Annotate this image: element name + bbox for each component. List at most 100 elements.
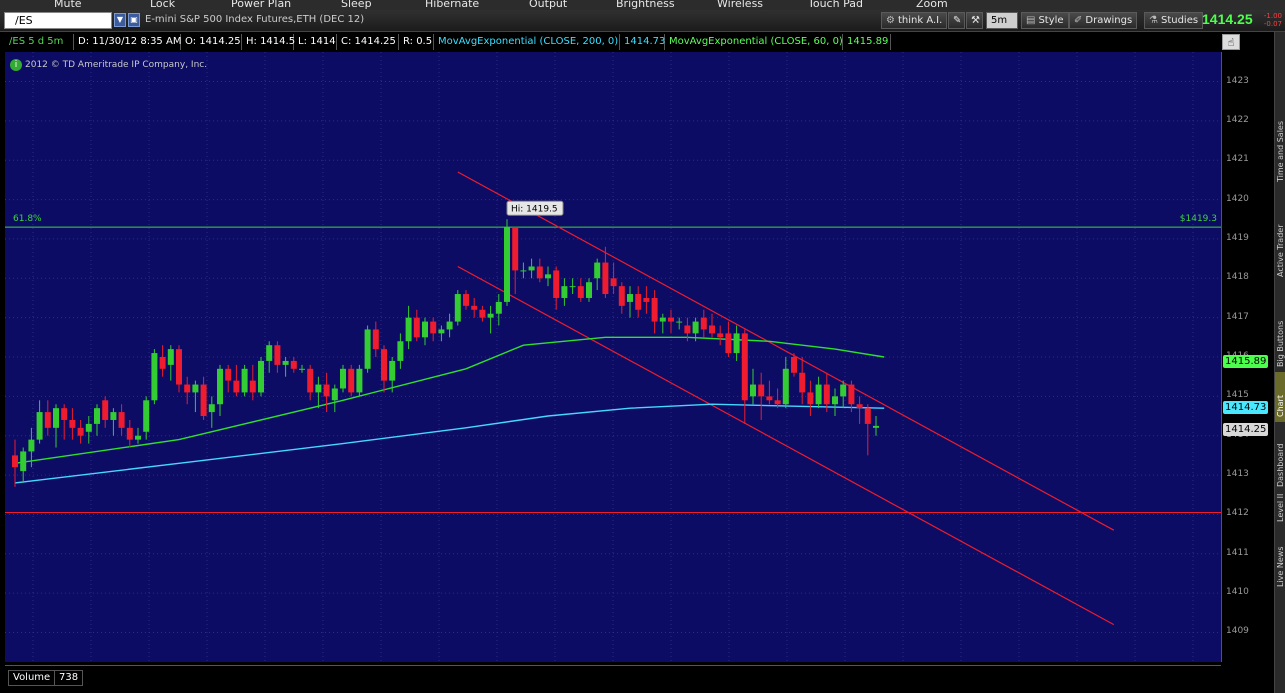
candle-body: [258, 360, 264, 393]
side-tab[interactable]: Dashboard: [1276, 444, 1285, 487]
media-key: Power Plan: [231, 0, 292, 10]
studies-button[interactable]: ⚗ Studies: [1144, 12, 1204, 29]
media-key: Wireless: [717, 0, 764, 10]
candle-body: [864, 408, 871, 424]
candle-body: [709, 325, 715, 334]
candle-body: [586, 282, 592, 298]
studies-icon: ⚗: [1149, 15, 1158, 26]
copyright-text: 2012 © TD Ameritrade IP Company, Inc.: [25, 60, 208, 70]
candle-body: [364, 329, 371, 369]
candle-body: [774, 400, 781, 405]
side-tab[interactable]: Chart: [1276, 395, 1285, 417]
candle-body: [782, 368, 789, 405]
candle-body: [176, 349, 182, 385]
wrench-icon[interactable]: ⚒: [966, 12, 983, 29]
candle-body: [290, 360, 297, 369]
drawings-button[interactable]: ✐ Drawings: [1069, 12, 1138, 29]
candle-body: [315, 384, 322, 393]
candle-body: [102, 400, 109, 420]
candle-body: [151, 353, 158, 401]
candle-body: [471, 305, 478, 310]
candle-body: [266, 345, 273, 361]
candle-body: [12, 455, 18, 468]
think-ai-button[interactable]: ⚙ think A.I.: [881, 12, 948, 29]
candle-body: [413, 317, 420, 338]
candle-body: [856, 404, 863, 409]
candle-body: [422, 321, 428, 338]
candle-body: [282, 360, 289, 365]
candle-body: [225, 368, 232, 381]
media-key-strip: Mute Lock Power Plan Sleep Hibernate Out…: [0, 0, 1285, 10]
volume-pane[interactable]: Volume 738: [5, 665, 1221, 693]
legend-date: D: 11/30/12 8:35 AM: [74, 34, 181, 50]
candle-body: [249, 380, 256, 393]
candle-body: [94, 408, 100, 424]
side-tab[interactable]: Live News: [1276, 547, 1285, 588]
legend-ema200-value: 1414.73: [620, 34, 665, 50]
y-axis-tick-label: 1421: [1226, 154, 1249, 165]
legend-symbol: /ES 5 d 5m: [5, 34, 74, 50]
candle-body: [553, 270, 560, 298]
candle-body: [159, 357, 166, 369]
ema200-price-tag: 1414.73: [1223, 400, 1269, 414]
last-price: 1414.25: [1202, 11, 1253, 27]
legend-close: C: 1414.25: [337, 34, 399, 50]
last-price-tag: 1414.25: [1223, 422, 1269, 436]
symbol-link-icon[interactable]: ▣: [128, 13, 140, 27]
side-tab[interactable]: Level II: [1276, 494, 1285, 522]
candle-body: [118, 412, 125, 428]
candle-body: [594, 262, 601, 279]
candle-body: [446, 321, 453, 330]
candle-body: [192, 384, 199, 393]
candle-body: [684, 325, 691, 334]
symbol-dropdown-icon[interactable]: ▼: [114, 13, 126, 27]
candle-body: [577, 286, 584, 298]
net-change: -1.00 -0.07: [1260, 12, 1282, 28]
candle-body: [520, 270, 527, 272]
think-ai-label: think A.I.: [897, 15, 943, 26]
chart-toolbar: /ES ▼ ▣ E-mini S&P 500 Index Futures,ETH…: [0, 10, 1285, 32]
y-axis-tick-label: 1415: [1226, 390, 1249, 401]
fib-level-label: 61.8%: [13, 214, 42, 224]
side-tab[interactable]: Active Trader: [1276, 224, 1285, 277]
candle-body: [389, 360, 396, 381]
media-key: Brightness: [616, 0, 675, 10]
candle-body: [241, 368, 248, 393]
candle-body: [167, 349, 174, 365]
candle-body: [143, 400, 150, 432]
candle-body: [873, 425, 879, 428]
candle-body: [651, 297, 658, 322]
legend-low: L: 1414: [294, 34, 337, 50]
candle-body: [602, 262, 609, 295]
candle-body: [44, 412, 51, 428]
candle-body: [340, 368, 346, 389]
candle-body: [438, 329, 445, 334]
candle-body: [463, 294, 469, 306]
cursor-hand-icon[interactable]: ☝: [1222, 34, 1240, 50]
candle-body: [405, 317, 412, 342]
media-key: Sleep: [341, 0, 372, 10]
candle-body: [110, 412, 117, 420]
style-button[interactable]: ▤ Style: [1021, 12, 1069, 29]
candle-body: [184, 384, 191, 393]
legend-ema60-label: MovAvgExponential (CLOSE, 60, 0): [665, 34, 843, 50]
candle-body: [848, 384, 855, 405]
price-chart[interactable]: 61.8% $1419.3 Hi: 1419.5: [5, 52, 1221, 662]
channel-lower-line: [457, 265, 1115, 626]
candle-body: [208, 404, 215, 413]
ema60-price-tag: 1415.89: [1223, 355, 1269, 369]
hi-label: Hi: 1419.5: [511, 204, 558, 214]
legend-ema60-value: 1415.89: [843, 34, 891, 50]
timeframe-button[interactable]: 5m: [986, 12, 1018, 29]
candle-body: [479, 309, 486, 318]
candle-body: [725, 333, 732, 354]
candle-body: [381, 349, 387, 381]
side-tab[interactable]: Big Buttons: [1276, 321, 1285, 367]
symbol-input[interactable]: /ES: [4, 12, 112, 29]
candle-body: [635, 294, 642, 310]
candle-body: [832, 396, 838, 405]
edit-tool-icon[interactable]: ✎: [948, 12, 965, 29]
drawings-label: Drawings: [1085, 15, 1133, 26]
side-tab[interactable]: Time and Sales: [1276, 121, 1285, 183]
candle-body: [274, 345, 281, 365]
